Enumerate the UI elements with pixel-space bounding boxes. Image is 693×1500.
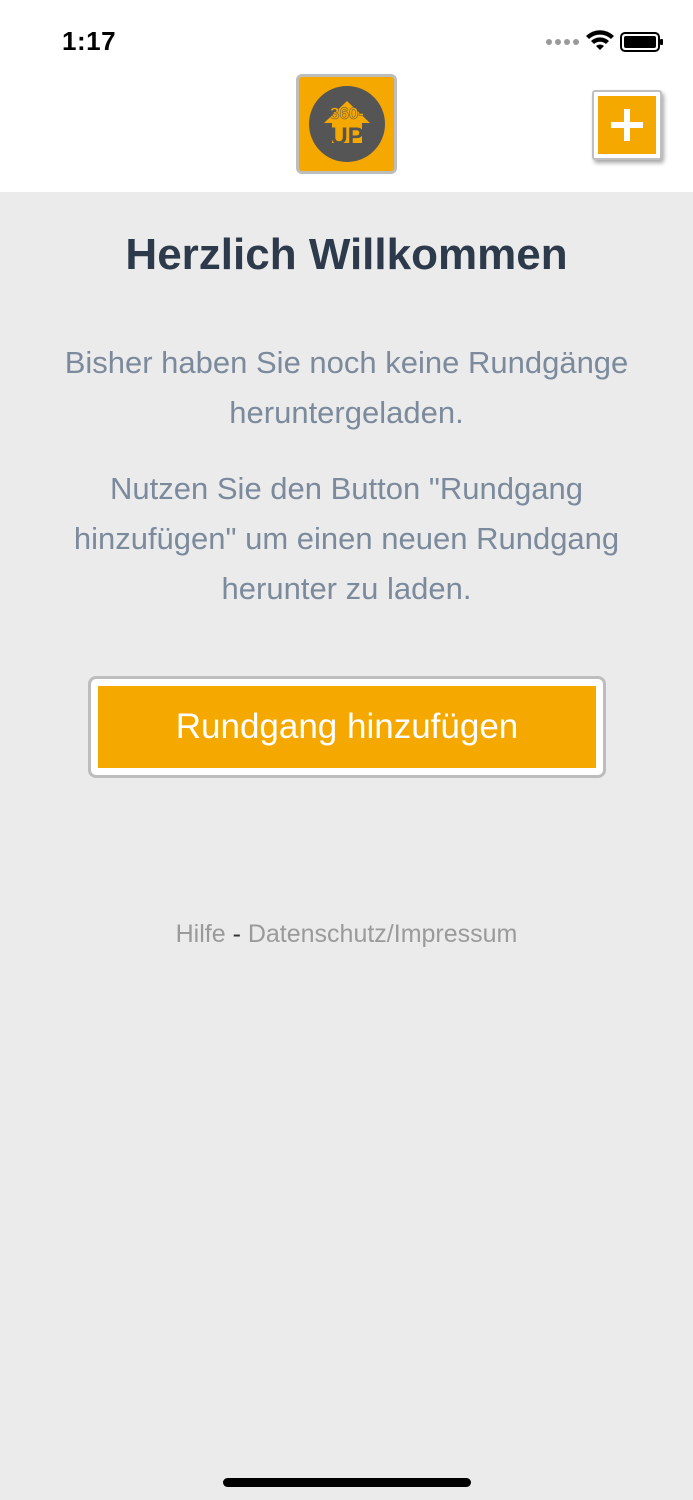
- footer-separator: -: [232, 920, 248, 948]
- status-icons-svg: [546, 30, 663, 52]
- add-tour-header-button[interactable]: [592, 90, 662, 160]
- add-tour-button-label: Rundgang hinzufügen: [98, 686, 596, 768]
- logo-text-top: 360-: [329, 104, 363, 123]
- add-tour-header-button-face: [598, 96, 656, 154]
- page-title: Herzlich Willkommen: [125, 230, 568, 279]
- wifi-icon: [586, 30, 614, 50]
- logo-360-up-icon: 360- UP: [308, 86, 385, 162]
- app-header: 360- UP: [0, 72, 693, 192]
- status-time: 1:17: [62, 26, 117, 56]
- status-icons: [545, 30, 665, 54]
- battery-icon: [620, 32, 663, 52]
- app-logo: 360- UP: [296, 74, 397, 174]
- footer-links: Hilfe - Datenschutz/Impressum: [0, 920, 693, 949]
- help-link[interactable]: Hilfe: [176, 920, 226, 948]
- privacy-imprint-link[interactable]: Datenschutz/Impressum: [248, 920, 518, 948]
- home-indicator[interactable]: [223, 1478, 471, 1487]
- intro-text: Bisher haben Sie noch keine Rundgänge he…: [64, 345, 629, 430]
- hint-text: Nutzen Sie den Button "Rundgang hinzufüg…: [73, 471, 620, 606]
- logo-text-bottom: UP: [330, 123, 363, 150]
- signal-dots-icon: [546, 39, 579, 45]
- status-bar: 1:17: [0, 0, 693, 72]
- add-tour-button[interactable]: Rundgang hinzufügen: [88, 676, 606, 778]
- plus-icon: [611, 109, 643, 141]
